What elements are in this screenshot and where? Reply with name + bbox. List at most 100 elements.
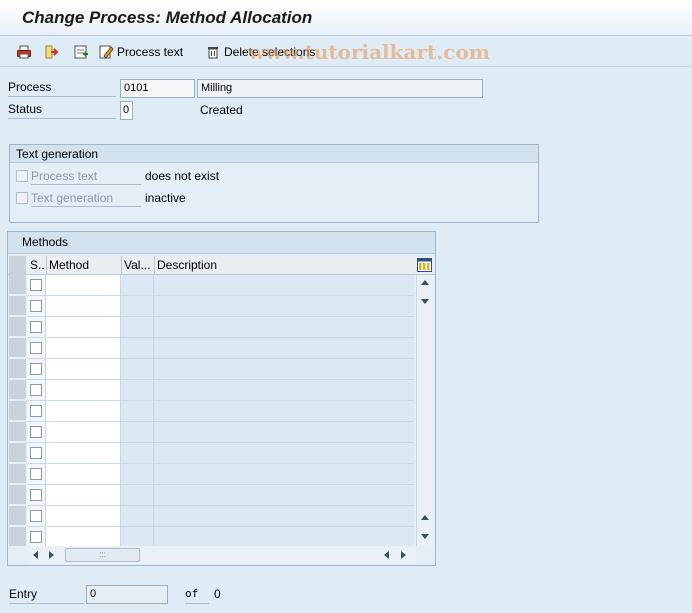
column-settings-icon[interactable]	[417, 258, 432, 272]
horizontal-scrollbar[interactable]: :::	[27, 546, 416, 564]
row-checkbox[interactable]	[30, 489, 42, 501]
scroll-right-icon[interactable]	[401, 551, 406, 559]
new-entries-icon	[73, 44, 89, 60]
scroll-down-icon[interactable]	[421, 299, 429, 304]
column-header-description[interactable]: Description	[157, 258, 217, 272]
process-text-status: does not exist	[145, 169, 220, 183]
scroll-right-small-icon[interactable]	[49, 551, 54, 559]
exit-button[interactable]	[44, 42, 60, 62]
row-checkbox[interactable]	[30, 468, 42, 480]
table-row	[27, 317, 414, 338]
new-entries-button[interactable]	[73, 42, 89, 62]
process-field[interactable]: 0101	[120, 79, 195, 98]
table-row	[27, 527, 414, 548]
method-cell[interactable]	[46, 359, 121, 379]
row-checkbox[interactable]	[30, 405, 42, 417]
row-selector[interactable]	[9, 485, 26, 505]
text-generation-checkbox[interactable]	[16, 192, 28, 204]
method-cell[interactable]	[46, 506, 121, 526]
methods-table: Methods S.. Method Val... Description::…	[7, 231, 436, 566]
text-generation-status: inactive	[145, 191, 186, 205]
select-cell	[27, 317, 46, 337]
row-checkbox[interactable]	[30, 321, 42, 333]
method-cell[interactable]	[46, 527, 121, 547]
row-selector[interactable]	[9, 464, 26, 484]
scroll-left-icon[interactable]	[33, 551, 38, 559]
text-generation-checkbox-label: Text generation	[31, 191, 141, 207]
of-label: of	[185, 587, 209, 604]
row-selector-column	[8, 275, 27, 547]
method-cell[interactable]	[46, 275, 121, 295]
table-row	[27, 443, 414, 464]
table-row	[27, 485, 414, 506]
row-checkbox[interactable]	[30, 300, 42, 312]
process-text-button[interactable]: Process text	[98, 42, 183, 62]
row-checkbox[interactable]	[30, 531, 42, 543]
method-cell[interactable]	[46, 296, 121, 316]
value-cell	[121, 275, 154, 295]
print-icon	[16, 44, 32, 60]
method-cell[interactable]	[46, 317, 121, 337]
row-selector[interactable]	[9, 506, 26, 526]
row-checkbox[interactable]	[30, 279, 42, 291]
value-cell	[121, 359, 154, 379]
row-selector[interactable]	[9, 527, 26, 547]
row-checkbox[interactable]	[30, 510, 42, 522]
print-button[interactable]	[16, 42, 32, 62]
row-selector[interactable]	[9, 359, 26, 379]
process-text-checkbox[interactable]	[16, 170, 28, 182]
row-checkbox[interactable]	[30, 384, 42, 396]
horizontal-scroll-thumb[interactable]: :::	[65, 548, 140, 562]
value-cell	[121, 485, 154, 505]
scroll-up-icon[interactable]	[421, 280, 429, 285]
method-cell[interactable]	[46, 422, 121, 442]
value-cell	[121, 506, 154, 526]
process-text-checkbox-label: Process text	[31, 169, 141, 185]
process-label: Process	[8, 80, 116, 97]
status-label: Status	[8, 102, 116, 119]
column-header-method[interactable]: Method	[49, 258, 89, 272]
entry-label: Entry	[9, 587, 84, 604]
methods-title: Methods	[8, 232, 435, 254]
method-cell[interactable]	[46, 338, 121, 358]
row-selector[interactable]	[9, 317, 26, 337]
vertical-scrollbar[interactable]	[416, 275, 434, 546]
description-cell	[154, 338, 414, 358]
select-all-rows[interactable]	[9, 256, 26, 275]
method-cell[interactable]	[46, 401, 121, 421]
row-checkbox[interactable]	[30, 447, 42, 459]
description-cell	[154, 464, 414, 484]
value-cell	[121, 338, 154, 358]
scroll-page-down-icon[interactable]	[421, 534, 429, 539]
select-cell	[27, 338, 46, 358]
method-cell[interactable]	[46, 485, 121, 505]
row-checkbox[interactable]	[30, 426, 42, 438]
row-selector[interactable]	[9, 422, 26, 442]
scroll-page-up-icon[interactable]	[421, 515, 429, 520]
row-selector[interactable]	[9, 443, 26, 463]
page-title: Change Process: Method Allocation	[22, 8, 313, 27]
column-header-value[interactable]: Val...	[124, 258, 150, 272]
method-cell[interactable]	[46, 380, 121, 400]
column-header-row: S.. Method Val... Description	[8, 256, 435, 275]
description-cell	[154, 527, 414, 547]
description-cell	[154, 422, 414, 442]
column-header-select[interactable]: S..	[30, 258, 45, 272]
watermark: www.tutorialkart.com	[248, 40, 490, 64]
row-selector[interactable]	[9, 275, 26, 295]
scroll-left-end-icon[interactable]	[384, 551, 389, 559]
select-cell	[27, 275, 46, 295]
row-selector[interactable]	[9, 338, 26, 358]
table-row	[27, 506, 414, 527]
method-cell[interactable]	[46, 464, 121, 484]
select-cell	[27, 485, 46, 505]
total-entries: 0	[214, 587, 221, 601]
row-selector[interactable]	[9, 401, 26, 421]
method-cell[interactable]	[46, 443, 121, 463]
row-checkbox[interactable]	[30, 363, 42, 375]
description-cell	[154, 485, 414, 505]
row-selector[interactable]	[9, 296, 26, 316]
table-row	[27, 296, 414, 317]
row-checkbox[interactable]	[30, 342, 42, 354]
row-selector[interactable]	[9, 380, 26, 400]
